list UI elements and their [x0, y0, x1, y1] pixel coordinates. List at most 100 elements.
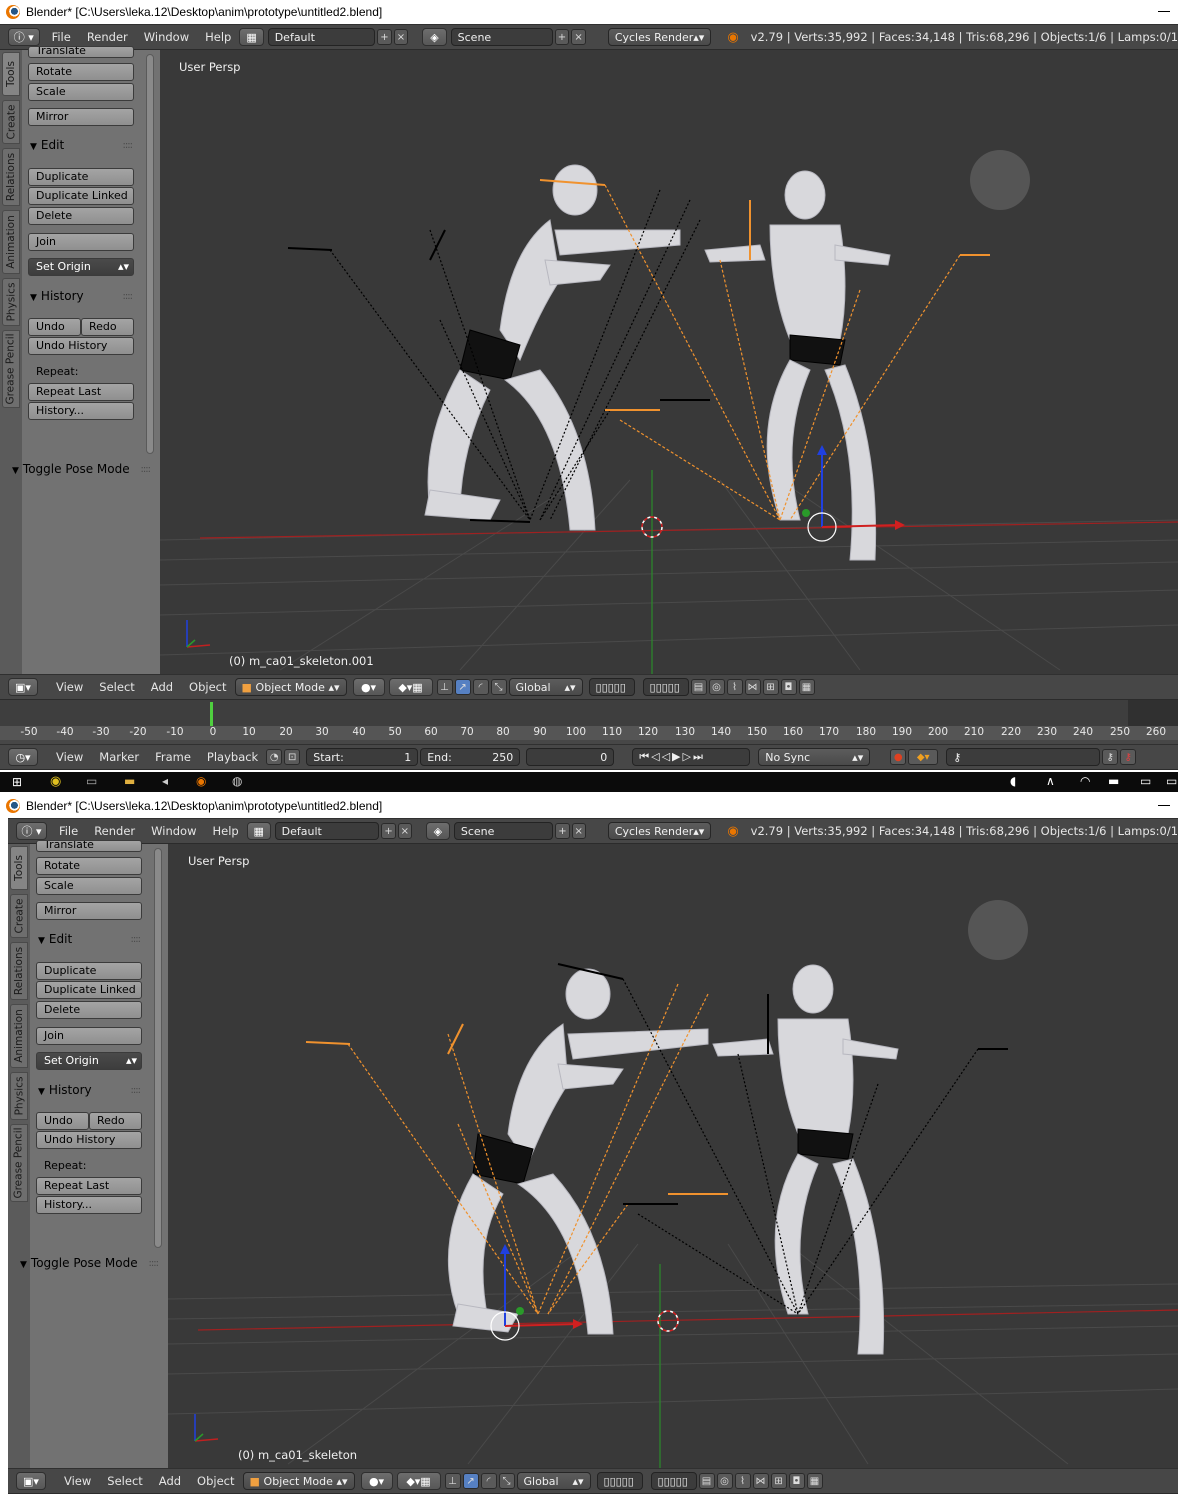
- minimize-icon[interactable]: [1158, 11, 1170, 12]
- history-panel-header[interactable]: ▼ History: [30, 289, 84, 303]
- drag-handle-icon[interactable]: ::::: [123, 291, 134, 302]
- current-frame-field[interactable]: 0: [526, 748, 615, 766]
- tab-physics[interactable]: Physics: [10, 1072, 28, 1120]
- chrome-icon[interactable]: ◉: [50, 774, 61, 789]
- 3d-viewport[interactable]: User Persp (0) m_ca01_skeleton.001: [160, 50, 1178, 674]
- tab-animation[interactable]: Animation: [2, 210, 20, 274]
- sync-mode-select[interactable]: No Sync ▴▾: [758, 748, 871, 766]
- tab-grease-pencil[interactable]: Grease Pencil: [10, 1124, 28, 1202]
- set-origin-select[interactable]: Set Origin ▴▾: [28, 258, 134, 276]
- undo-button[interactable]: Undo: [36, 1112, 89, 1130]
- character-left[interactable]: [447, 968, 709, 1335]
- playback-controls[interactable]: ⏮◁◁▶▷⏭: [632, 748, 751, 766]
- repeat-last-button[interactable]: Repeat Last: [28, 383, 134, 401]
- menu-add[interactable]: Add: [159, 1474, 181, 1488]
- editor-type-icon[interactable]: ◷▾: [8, 748, 38, 766]
- snap-icon[interactable]: ⌇: [726, 679, 743, 695]
- edit-panel-header[interactable]: ▼ Edit: [30, 138, 64, 152]
- drag-handle-icon[interactable]: ::::: [131, 934, 142, 945]
- scale-button[interactable]: Scale: [36, 877, 142, 895]
- duplicate-linked-button[interactable]: Duplicate Linked: [28, 187, 134, 205]
- menu-object[interactable]: Object: [197, 1474, 234, 1488]
- character-right[interactable]: [704, 170, 891, 561]
- tab-create[interactable]: Create: [10, 894, 28, 938]
- tray-chevron-icon[interactable]: ∧: [1046, 774, 1055, 788]
- redo-button[interactable]: Redo: [89, 1112, 142, 1130]
- pivot-point-icon[interactable]: ◆▾▦: [396, 1472, 441, 1490]
- camera-render-icon[interactable]: ◘: [788, 1473, 805, 1489]
- 3d-viewport[interactable]: User Persp (0) m_ca01_skeleton: [168, 844, 1178, 1468]
- snap-element-icon[interactable]: ⋈: [744, 679, 761, 695]
- menu-view[interactable]: View: [56, 680, 83, 694]
- camera-render-icon[interactable]: ◘: [780, 679, 797, 695]
- lock-layers-icon[interactable]: ▤: [690, 679, 707, 695]
- timeline-track[interactable]: [0, 700, 1178, 726]
- menu-window[interactable]: Window: [144, 30, 189, 44]
- toggle-pose-panel-header[interactable]: ▼ Toggle Pose Mode: [12, 462, 130, 476]
- translate-manipulator-icon[interactable]: ↗: [454, 679, 471, 695]
- viewport-shading-icon[interactable]: ●▾: [352, 678, 385, 696]
- end-frame-field[interactable]: End: 250: [420, 748, 521, 766]
- wifi-icon[interactable]: ◠: [1080, 774, 1090, 788]
- rotate-manipulator-icon[interactable]: ◜: [480, 1473, 497, 1489]
- rotate-manipulator-icon[interactable]: ◜: [472, 679, 489, 695]
- drag-handle-icon[interactable]: ::::: [123, 140, 134, 151]
- scene-field[interactable]: Scene: [450, 28, 553, 46]
- screen-layout-icon[interactable]: ▦: [239, 28, 264, 46]
- redo-button[interactable]: Redo: [81, 318, 134, 336]
- opengl-render-icon[interactable]: ⊞: [762, 679, 779, 695]
- pivot-point-icon[interactable]: ◆▾▦: [388, 678, 433, 696]
- tab-relations[interactable]: Relations: [10, 942, 28, 1000]
- drag-handle-icon[interactable]: ::::: [141, 464, 152, 475]
- lock-icon[interactable]: ⊡: [284, 749, 301, 765]
- scene-icon[interactable]: ◈: [425, 822, 450, 840]
- set-origin-select[interactable]: Set Origin ▴▾: [36, 1052, 142, 1070]
- mouse-icon[interactable]: ◖: [1010, 774, 1016, 788]
- history-button[interactable]: History...: [36, 1196, 142, 1214]
- remove-layout-icon[interactable]: ×: [393, 29, 409, 45]
- add-scene-icon[interactable]: +: [554, 29, 570, 45]
- duplicate-button[interactable]: Duplicate: [36, 962, 142, 980]
- clapper-icon[interactable]: ▦: [806, 1473, 823, 1489]
- menu-frame[interactable]: Frame: [155, 750, 191, 764]
- manipulator-icon[interactable]: ⊥: [436, 679, 453, 695]
- viewport-shading-icon[interactable]: ●▾: [360, 1472, 393, 1490]
- preview-range-icon[interactable]: ◔: [266, 749, 283, 765]
- menu-file[interactable]: File: [52, 30, 71, 44]
- insert-keyframe-icon[interactable]: ⚷: [1102, 749, 1119, 765]
- add-layout-icon[interactable]: +: [377, 29, 392, 45]
- edit-panel-header[interactable]: ▼ Edit: [38, 932, 72, 946]
- rotate-button[interactable]: Rotate: [28, 63, 134, 81]
- transform-orientation-select[interactable]: Global ▴▾: [508, 678, 583, 696]
- character-left[interactable]: [424, 164, 681, 531]
- duplicate-linked-button[interactable]: Duplicate Linked: [36, 981, 142, 999]
- manipulator-icon[interactable]: ⊥: [444, 1473, 461, 1489]
- toggle-pose-panel-header[interactable]: ▼ Toggle Pose Mode: [20, 1256, 138, 1270]
- tab-physics[interactable]: Physics: [2, 278, 20, 326]
- translate-manipulator-icon[interactable]: ↗: [462, 1473, 479, 1489]
- scene-icon[interactable]: ◈: [422, 28, 447, 46]
- proportional-edit-icon[interactable]: ◎: [708, 679, 725, 695]
- delete-button[interactable]: Delete: [36, 1001, 142, 1019]
- repeat-last-button[interactable]: Repeat Last: [36, 1177, 142, 1195]
- layout-field[interactable]: Default: [274, 822, 380, 840]
- battery-icon[interactable]: ▭: [1140, 774, 1151, 788]
- record-icon[interactable]: ●: [890, 749, 907, 765]
- tab-grease-pencil[interactable]: Grease Pencil: [2, 330, 20, 408]
- join-button[interactable]: Join: [36, 1027, 142, 1045]
- menu-add[interactable]: Add: [151, 680, 173, 694]
- windows-start-icon[interactable]: ⊞: [12, 775, 22, 789]
- opengl-render-icon[interactable]: ⊞: [770, 1473, 787, 1489]
- tab-animation[interactable]: Animation: [10, 1004, 28, 1068]
- scale-manipulator-icon[interactable]: ⤡: [498, 1473, 515, 1489]
- render-engine-select[interactable]: Cycles Render ▴▾: [607, 28, 712, 46]
- timeline-editor[interactable]: -50 -40 -30 -20 -10 0 10 20 30 40 50 60 …: [0, 700, 1178, 744]
- blender-taskbar-icon[interactable]: ◉: [196, 774, 206, 788]
- tab-tools[interactable]: Tools: [10, 846, 28, 890]
- tool-shelf-scrollbar[interactable]: [146, 54, 154, 454]
- editor-type-icon[interactable]: ▣▾: [8, 678, 38, 696]
- character-right[interactable]: [712, 964, 899, 1355]
- info-editor-type-icon[interactable]: ⓘ ▾: [16, 822, 47, 840]
- tool-shelf-scrollbar[interactable]: [154, 848, 162, 1248]
- snap-element-icon[interactable]: ⋈: [752, 1473, 769, 1489]
